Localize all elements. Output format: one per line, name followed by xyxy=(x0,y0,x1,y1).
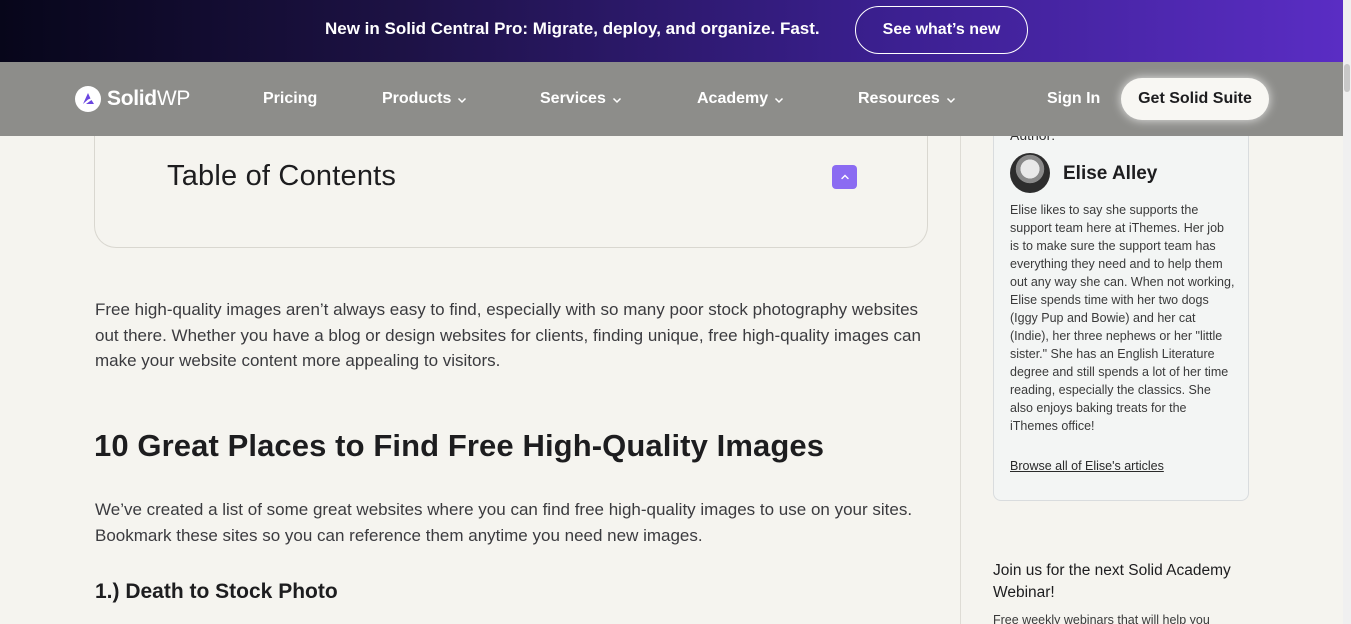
author-name: Elise Alley xyxy=(1063,163,1158,184)
toc-title: Table of Contents xyxy=(167,160,397,192)
nav-item-academy[interactable]: Academy xyxy=(697,90,784,108)
promo-text: New in Solid Central Pro: Migrate, deplo… xyxy=(325,19,820,38)
list-item-heading: 1.) Death to Stock Photo xyxy=(95,580,338,603)
nav-item-label: Products xyxy=(382,90,452,107)
webinar-title: Join us for the next Solid Academy Webin… xyxy=(993,562,1231,601)
sign-in-link[interactable]: Sign In xyxy=(1047,90,1100,108)
nav-item-label: Services xyxy=(540,90,606,107)
logo-text: SolidWP xyxy=(107,87,191,110)
chevron-down-icon xyxy=(458,97,467,103)
chevron-up-icon xyxy=(840,174,849,180)
nav-item-label: Resources xyxy=(858,90,940,107)
article-intro: Free high-quality images aren’t always e… xyxy=(95,300,921,370)
nav-item-services[interactable]: Services xyxy=(540,90,622,108)
section-heading: 10 Great Places to Find Free High-Qualit… xyxy=(94,428,825,463)
webinar-subtitle: Free weekly webinars that will help you xyxy=(993,613,1210,624)
author-card: Author: Elise Alley Elise likes to say s… xyxy=(993,110,1249,501)
column-divider xyxy=(960,136,961,624)
get-solid-suite-button[interactable]: Get Solid Suite xyxy=(1121,78,1269,120)
scrollbar-thumb[interactable] xyxy=(1344,64,1350,92)
nav-item-products[interactable]: Products xyxy=(382,90,467,108)
nav-item-label: Academy xyxy=(697,90,769,107)
solidwp-logo-icon xyxy=(75,86,101,112)
chevron-down-icon xyxy=(946,97,955,103)
author-bio: Elise likes to say she supports the supp… xyxy=(1010,203,1235,433)
author-articles-link[interactable]: Browse all of Elise's articles xyxy=(1010,459,1164,473)
see-whats-new-button[interactable]: See what’s new xyxy=(855,6,1028,54)
promo-banner: New in Solid Central Pro: Migrate, deplo… xyxy=(0,0,1343,62)
nav-item-label: Pricing xyxy=(263,90,318,107)
toc-collapse-button[interactable] xyxy=(832,165,857,189)
nav-item-resources[interactable]: Resources xyxy=(858,90,956,108)
chevron-down-icon xyxy=(775,97,784,103)
avatar xyxy=(1010,153,1050,193)
list-intro: We’ve created a list of some great websi… xyxy=(95,500,913,545)
main-nav: SolidWP Pricing Products Services Academ… xyxy=(0,62,1343,136)
nav-item-pricing[interactable]: Pricing xyxy=(263,90,317,108)
page-scrollbar[interactable] xyxy=(1343,0,1351,624)
logo[interactable]: SolidWP xyxy=(75,85,190,113)
chevron-down-icon xyxy=(612,97,621,103)
